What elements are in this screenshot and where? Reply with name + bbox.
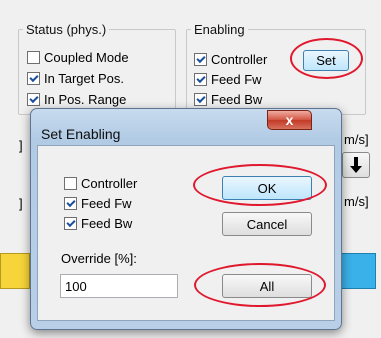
checkbox-label: Feed Bw: [81, 216, 133, 231]
set-enabling-dialog: Set Enabling x Controller Feed Fw Feed B…: [30, 108, 342, 330]
override-input[interactable]: 100: [60, 274, 178, 298]
enabling-feed-bw-checkbox[interactable]: Feed Bw: [194, 92, 262, 107]
dialog-title: Set Enabling: [41, 126, 121, 142]
cancel-button[interactable]: Cancel: [222, 212, 312, 236]
override-label: Override [%]:: [61, 251, 137, 266]
checkbox-box[interactable]: [27, 93, 40, 106]
status-group-title: Status (phys.): [26, 22, 107, 37]
dialog-feed-fw-checkbox[interactable]: Feed Fw: [64, 196, 132, 211]
left-yellow-button[interactable]: [0, 253, 30, 289]
all-button[interactable]: All: [222, 274, 312, 298]
right-blue-button[interactable]: [340, 253, 376, 289]
checkbox-label: Coupled Mode: [44, 50, 129, 65]
checkbox-box[interactable]: [64, 217, 77, 230]
close-button[interactable]: x: [267, 110, 312, 130]
speed-unit-label-1: m/s]: [344, 132, 369, 147]
dialog-feed-bw-checkbox[interactable]: Feed Bw: [64, 216, 132, 231]
left-bracket-label-2: ]: [19, 196, 23, 211]
checkbox-box[interactable]: [194, 53, 207, 66]
checkbox-label: Feed Bw: [211, 92, 263, 107]
close-icon: x: [285, 112, 294, 128]
left-bracket-label-1: ]: [19, 138, 23, 153]
status-coupled-mode-checkbox[interactable]: Coupled Mode: [27, 50, 129, 65]
enabling-controller-checkbox[interactable]: Controller: [194, 52, 267, 67]
checkbox-box[interactable]: [27, 72, 40, 85]
down-arrow-button[interactable]: [342, 152, 370, 178]
ok-button[interactable]: OK: [222, 176, 312, 200]
checkbox-label: In Target Pos.: [44, 71, 124, 86]
checkbox-box[interactable]: [64, 197, 77, 210]
checkbox-label: Feed Fw: [81, 196, 132, 211]
dialog-controller-checkbox[interactable]: Controller: [64, 176, 137, 191]
checkbox-label: Controller: [81, 176, 138, 191]
main-window: Status (phys.) Coupled Mode In Target Po…: [0, 0, 381, 338]
dialog-client-area: Controller Feed Fw Feed Bw OK Cancel Ove…: [37, 145, 335, 321]
checkbox-label: Feed Fw: [211, 72, 262, 87]
checkbox-box[interactable]: [194, 93, 207, 106]
speed-unit-label-2: m/s]: [344, 194, 369, 209]
down-arrow-icon: [350, 157, 362, 173]
status-in-pos-range-checkbox[interactable]: In Pos. Range: [27, 92, 126, 107]
checkbox-box[interactable]: [27, 51, 40, 64]
status-in-target-pos-checkbox[interactable]: In Target Pos.: [27, 71, 124, 86]
enabling-group-title: Enabling: [194, 22, 245, 37]
checkbox-box[interactable]: [194, 73, 207, 86]
set-button[interactable]: Set: [303, 50, 349, 71]
checkbox-box[interactable]: [64, 177, 77, 190]
checkbox-label: Controller: [211, 52, 268, 67]
enabling-feed-fw-checkbox[interactable]: Feed Fw: [194, 72, 262, 87]
checkbox-label: In Pos. Range: [44, 92, 127, 107]
